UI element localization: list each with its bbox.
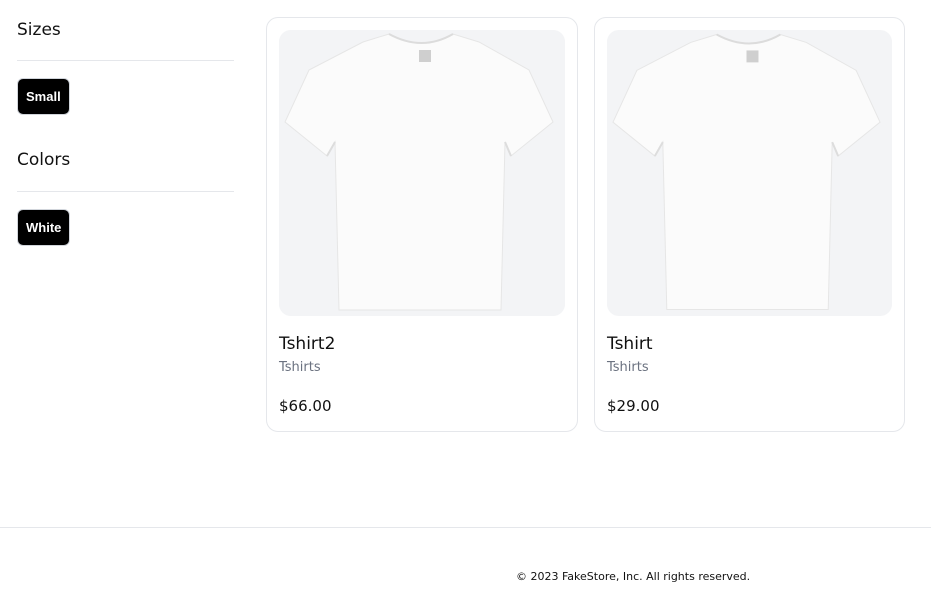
product-name[interactable]: Tshirt [607, 334, 653, 354]
product-price: $29.00 [607, 397, 660, 415]
product-card[interactable]: Tshirt2 Tshirts $66.00 [266, 17, 578, 432]
product-price: $66.00 [279, 397, 332, 415]
product-card[interactable]: Tshirt Tshirts $29.00 [594, 17, 905, 432]
tshirt-image [607, 30, 892, 316]
sizes-filter-options: Small [17, 61, 234, 146]
product-name[interactable]: Tshirt2 [279, 334, 335, 354]
size-option-small[interactable]: Small [17, 78, 70, 115]
color-option-white[interactable]: White [17, 209, 71, 246]
colors-filter: Colors White [17, 146, 234, 277]
colors-filter-title: Colors [17, 146, 234, 192]
product-image[interactable] [607, 30, 892, 316]
product-image[interactable] [279, 30, 565, 316]
tshirt-image [279, 30, 565, 316]
product-category: Tshirts [607, 360, 649, 375]
colors-filter-options: White [17, 192, 234, 277]
copyright-text: © 2023 FakeStore, Inc. All rights reserv… [516, 570, 751, 583]
footer: © 2023 FakeStore, Inc. All rights reserv… [0, 527, 931, 606]
sizes-filter: Sizes Small [17, 0, 234, 146]
store-page: Sizes Small Colors White Tshirt2 Tshirts… [0, 0, 931, 606]
filter-sidebar: Sizes Small Colors White [17, 0, 234, 277]
sizes-filter-title: Sizes [17, 0, 234, 61]
product-category: Tshirts [279, 360, 321, 375]
